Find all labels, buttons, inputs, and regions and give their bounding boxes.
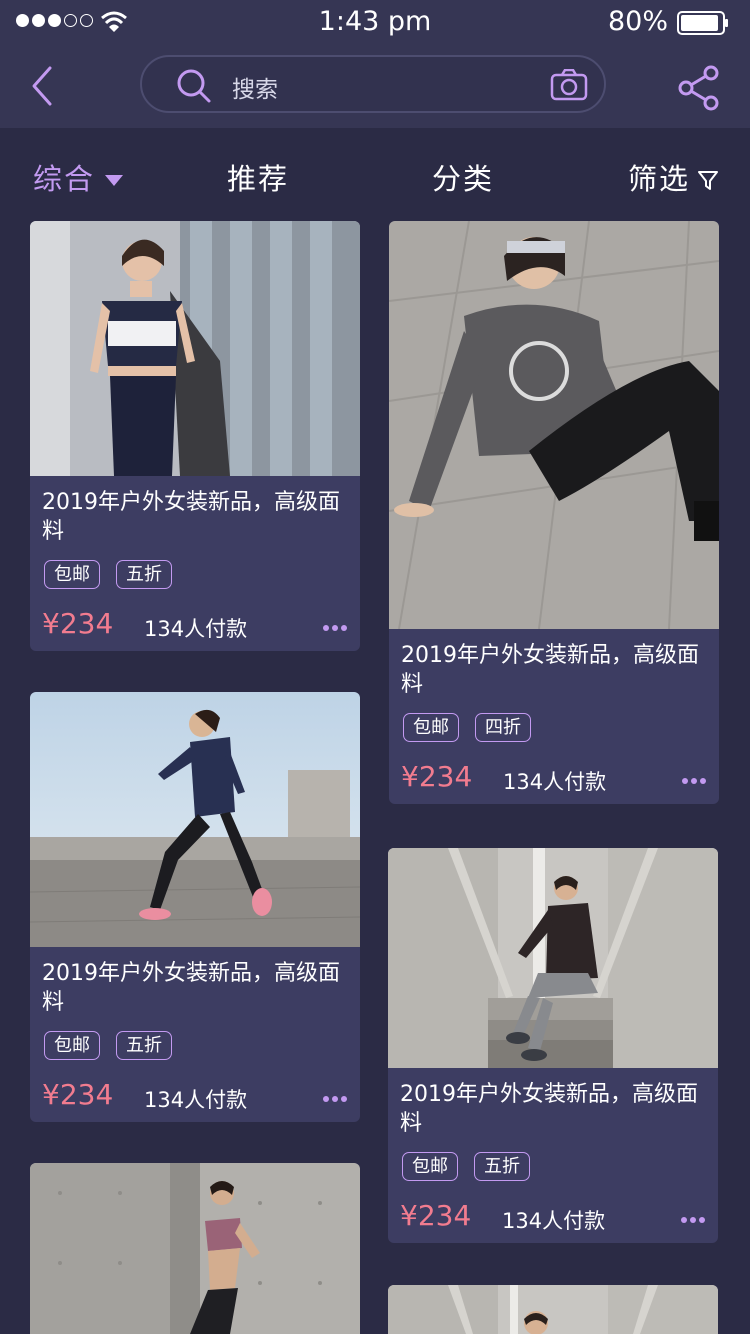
share-icon[interactable] [678,65,720,111]
tag-list: 包邮 五折 [44,1031,360,1060]
product-photo[interactable] [30,221,360,476]
product-photo[interactable] [389,221,719,629]
product-title: 2019年户外女装新品，高级面料 [42,961,340,1015]
price-row: ¥234 134人付款 [42,1078,360,1122]
more-options-icon[interactable] [323,1096,347,1102]
tag-list: 包邮 四折 [403,713,719,742]
more-options-icon[interactable] [682,778,706,784]
tag-badge: 包邮 [44,560,100,589]
product-card[interactable]: 2019年户外女装新品，高级面料 包邮 五折 ¥234 134人付款 [388,848,718,1243]
tag-badge: 五折 [474,1152,530,1181]
product-price: ¥234 [42,1078,114,1111]
search-bar[interactable]: 搜索 [140,55,606,113]
tab-recommended[interactable]: 推荐 [227,156,289,198]
product-title: 2019年户外女装新品，高级面料 [401,643,699,697]
tab-label: 筛选 [628,162,691,196]
product-price: ¥234 [42,607,114,640]
paid-count: 134人付款 [144,1088,248,1112]
filter-tabs: 综合 推荐 分类 筛选 [0,128,750,220]
product-card[interactable] [30,1163,360,1334]
tag-badge: 包邮 [402,1152,458,1181]
search-input[interactable]: 搜索 [232,70,278,104]
tab-label: 推荐 [227,162,290,196]
product-price: ¥234 [400,1199,472,1232]
back-arrow-icon[interactable] [28,64,58,108]
price-row: ¥234 134人付款 [400,1199,718,1243]
funnel-icon [698,171,719,190]
product-card[interactable] [388,1285,718,1334]
paid-count: 134人付款 [502,1209,606,1233]
tab-category[interactable]: 分类 [432,156,494,198]
tag-badge: 四折 [475,713,531,742]
tag-badge: 包邮 [403,713,459,742]
paid-count: 134人付款 [503,770,607,794]
tab-label: 分类 [432,162,495,196]
product-photo[interactable] [30,692,360,947]
product-photo[interactable] [30,1163,360,1334]
search-header: 搜索 [0,48,750,128]
status-bar: 1:43 pm 80% [0,0,750,48]
product-title: 2019年户外女装新品，高级面料 [42,490,340,544]
tag-badge: 五折 [116,1031,172,1060]
tag-badge: 五折 [116,560,172,589]
search-icon [177,69,211,103]
product-title: 2019年户外女装新品，高级面料 [400,1082,698,1136]
tab-overall[interactable]: 综合 [33,156,124,198]
battery-percentage: 80% [608,6,669,37]
tag-badge: 包邮 [44,1031,100,1060]
tab-label: 综合 [33,162,96,196]
product-card[interactable]: 2019年户外女装新品，高级面料 包邮 五折 ¥234 134人付款 [30,221,360,651]
product-card[interactable]: 2019年户外女装新品，高级面料 包邮 五折 ¥234 134人付款 [30,692,360,1122]
product-photo[interactable] [388,1285,718,1334]
paid-count: 134人付款 [144,617,248,641]
more-options-icon[interactable] [681,1217,705,1223]
product-price: ¥234 [401,760,473,793]
product-card[interactable]: 2019年户外女装新品，高级面料 包邮 四折 ¥234 134人付款 [389,221,719,804]
product-photo[interactable] [388,848,718,1068]
price-row: ¥234 134人付款 [401,760,719,804]
battery-icon [677,11,728,35]
caret-down-icon [105,175,124,186]
tab-filter[interactable]: 筛选 [628,156,719,198]
tag-list: 包邮 五折 [44,560,360,589]
camera-icon[interactable] [550,69,588,101]
price-row: ¥234 134人付款 [42,607,360,651]
more-options-icon[interactable] [323,625,347,631]
tag-list: 包邮 五折 [402,1152,718,1181]
